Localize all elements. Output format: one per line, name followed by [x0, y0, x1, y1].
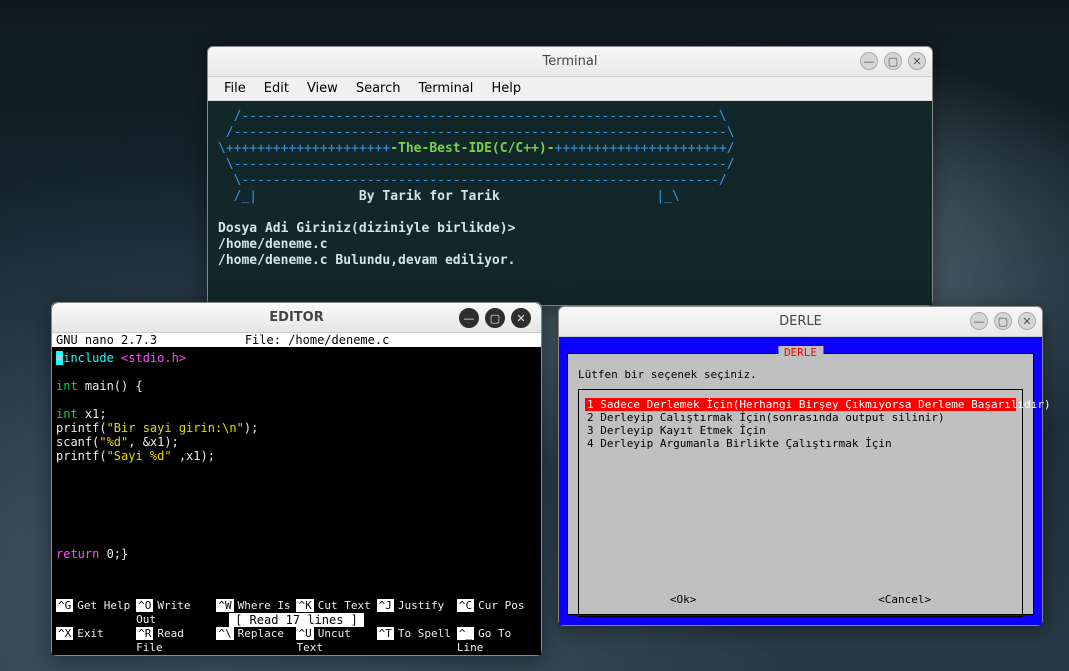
derle-body: DERLE Lütfen bir seçenek seçiniz. 1 Sade… [559, 337, 1042, 625]
nano-shortcut: ^UUncut Text [296, 627, 376, 655]
derle-title: DERLE [779, 314, 822, 329]
nano-shortcut: ^TTo Spell [377, 627, 457, 655]
derle-option-4[interactable]: 4 Derleyip Argumanla Birlikte Çalıştırma… [585, 437, 1016, 450]
nano-shortcut: ^OWrite Out [136, 599, 216, 627]
derle-window: DERLE — ▢ ✕ DERLE Lütfen bir seçenek seç… [558, 306, 1043, 626]
nano-shortcut: ^JJustify [377, 599, 457, 627]
derle-box: DERLE Lütfen bir seçenek seçiniz. 1 Sade… [567, 353, 1034, 615]
derle-box-label: DERLE [778, 346, 823, 359]
derle-titlebar[interactable]: DERLE — ▢ ✕ [559, 307, 1042, 337]
terminal-output: /home/deneme.c Bulundu,devam ediliyor. [218, 253, 515, 268]
maximize-icon[interactable]: ▢ [884, 52, 902, 70]
menu-terminal[interactable]: Terminal [410, 79, 481, 98]
editor-titlebar[interactable]: EDITOR — ▢ ✕ [52, 303, 541, 333]
menu-view[interactable]: View [299, 79, 346, 98]
terminal-window: Terminal — ▢ ✕ File Edit View Search Ter… [207, 46, 933, 306]
derle-option-3[interactable]: 3 Derleyip Kayıt Etmek İçin [585, 424, 1016, 437]
nano-shortcut: ^KCut Text [296, 599, 376, 627]
close-icon[interactable]: ✕ [1018, 312, 1036, 330]
close-icon[interactable]: ✕ [511, 308, 531, 328]
terminal-menubar: File Edit View Search Terminal Help [208, 77, 932, 101]
terminal-input: /home/deneme.c [218, 237, 328, 252]
terminal-body[interactable]: /---------------------------------------… [208, 101, 932, 305]
editor-body[interactable]: GNU nano 2.7.3 File: /home/deneme.c #inc… [52, 333, 541, 655]
derle-option-1[interactable]: 1 Sadece Derlemek İçin(Herhangi Birşey Ç… [585, 398, 1016, 411]
nano-shortcut: ^GGet Help [56, 599, 136, 627]
close-icon[interactable]: ✕ [908, 52, 926, 70]
editor-window: EDITOR — ▢ ✕ GNU nano 2.7.3 File: /home/… [51, 302, 542, 656]
minimize-icon[interactable]: — [459, 308, 479, 328]
nano-shortcut: ^CCur Pos [457, 599, 537, 627]
terminal-prompt: Dosya Adi Giriniz(diziniyle birlikde)> [218, 221, 515, 236]
nano-shortcut: ^_Go To Line [457, 627, 537, 655]
editor-title: EDITOR [269, 310, 323, 325]
nano-shortcut: ^WWhere Is [216, 599, 296, 627]
menu-help[interactable]: Help [483, 79, 529, 98]
menu-file[interactable]: File [216, 79, 254, 98]
nano-code[interactable]: #include <stdio.h> int main() { int x1; … [52, 347, 541, 561]
nano-header: GNU nano 2.7.3 File: /home/deneme.c [52, 333, 541, 347]
derle-prompt: Lütfen bir seçenek seçiniz. [578, 368, 1023, 381]
terminal-title: Terminal [543, 54, 598, 69]
derle-option-2[interactable]: 2 Derleyip Calıştırmak İçin(sonrasında o… [585, 411, 1016, 424]
nano-shortcut: ^\Replace [216, 627, 296, 655]
nano-shortcut: ^RRead File [136, 627, 216, 655]
minimize-icon[interactable]: — [970, 312, 988, 330]
maximize-icon[interactable]: ▢ [485, 308, 505, 328]
terminal-titlebar[interactable]: Terminal — ▢ ✕ [208, 47, 932, 77]
nano-shortcut: ^XExit [56, 627, 136, 655]
menu-search[interactable]: Search [348, 79, 409, 98]
ok-button[interactable]: <Ok> [670, 593, 697, 606]
derle-option-list: 1 Sadece Derlemek İçin(Herhangi Birşey Ç… [578, 389, 1023, 617]
menu-edit[interactable]: Edit [256, 79, 297, 98]
nano-footer: ^GGet Help^OWrite Out^WWhere Is^KCut Tex… [56, 599, 537, 655]
maximize-icon[interactable]: ▢ [994, 312, 1012, 330]
minimize-icon[interactable]: — [860, 52, 878, 70]
cancel-button[interactable]: <Cancel> [878, 593, 931, 606]
